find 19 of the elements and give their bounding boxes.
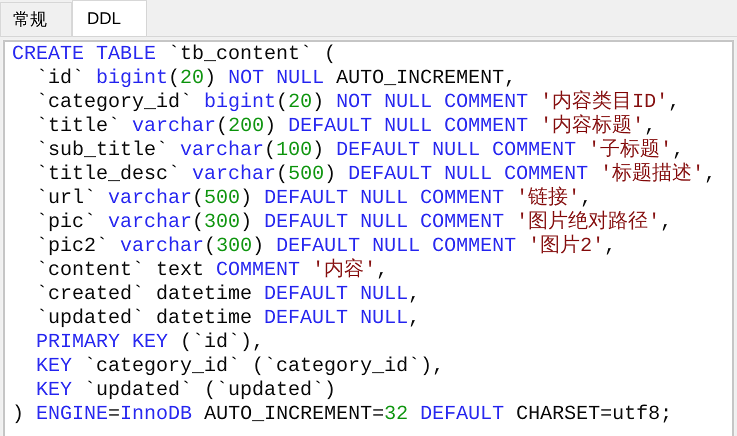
code-line: KEY `category_id` (`category_id`), — [35, 355, 444, 379]
code-line: `updated` datetime DEFAULT NULL, — [35, 307, 420, 331]
code-line: PRIMARY KEY (`id`), — [35, 331, 264, 355]
code-line: `pic2` varchar(300) DEFAULT NULL COMMENT '图片2', — [35, 235, 616, 258]
code-line: `category_id` bigint(20) NOT NULL COMMENT '内容类目ID', — [35, 91, 680, 114]
code-line: `sub_title` varchar(100) DEFAULT NULL COMMENT '子标题', — [35, 139, 684, 162]
tab[interactable]: DDL — [72, 0, 147, 36]
tab[interactable]: 常规 — [0, 2, 72, 36]
code-line: `url` varchar(500) DEFAULT NULL COMMENT '链接', — [35, 187, 592, 210]
code-line: ) ENGINE=InnoDB AUTO_INCREMENT=32 DEFAULT CHARSET=utf8; — [12, 403, 672, 427]
code-line: `title_desc` varchar(500) DEFAULT NULL COMMENT '标题描述', — [35, 163, 716, 186]
code-line: `content` text COMMENT '内容', — [35, 259, 388, 283]
code-line: `created` datetime DEFAULT NULL, — [35, 283, 420, 307]
ddl-editor[interactable] — [3, 40, 734, 436]
code-line: `id` bigint(20) NOT NULL AUTO_INCREMENT, — [35, 67, 516, 91]
code-line: KEY `updated` (`updated`) — [35, 379, 336, 403]
code-line: `pic` varchar(300) DEFAULT NULL COMMENT '图片绝对路径', — [35, 211, 672, 234]
code-line: CREATE TABLE `tb_content` ( — [12, 43, 336, 67]
code-line: `title` varchar(200) DEFAULT NULL COMMENT '内容标题', — [35, 115, 656, 138]
